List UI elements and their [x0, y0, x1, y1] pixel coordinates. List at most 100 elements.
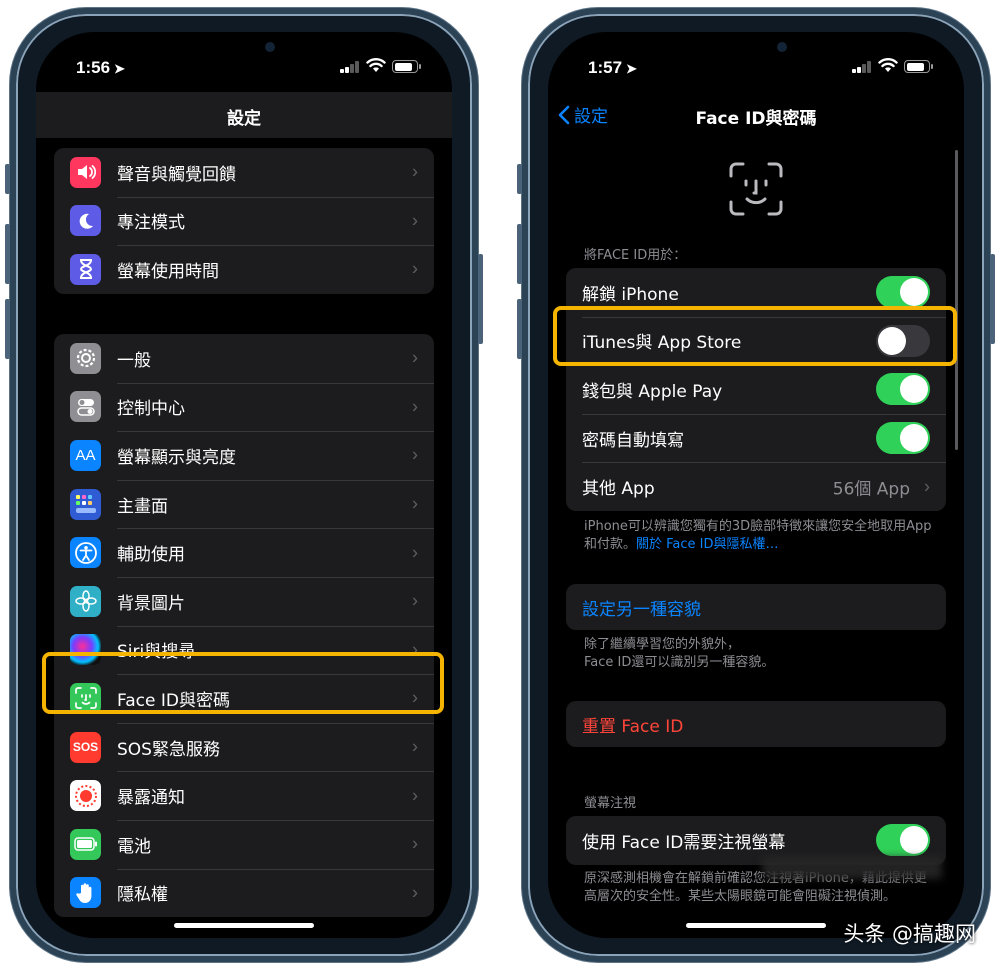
- settings-row-home-screen[interactable]: 主畫面 ›: [54, 479, 434, 529]
- toggle-require-attention[interactable]: [876, 824, 930, 857]
- chevron-right-icon: ›: [412, 258, 418, 279]
- chevron-right-icon: ›: [924, 476, 930, 497]
- settings-row-sos[interactable]: SOS SOS緊急服務 ›: [54, 722, 434, 772]
- location-arrow-icon: ➤: [626, 61, 637, 76]
- location-arrow-icon: ➤: [114, 61, 125, 76]
- left-phone: 1:56 ➤ 設定 聲音與觸覺回饋 › 專注模式 › 螢幕使用時間 › 一般 ›…: [5, 8, 483, 962]
- row-unlock-iphone: 解鎖 iPhone: [566, 268, 946, 317]
- battery-status-icon: [904, 60, 933, 73]
- privacy-link[interactable]: 關於 Face ID與隱私權…: [636, 537, 779, 552]
- volume-up-button: [5, 224, 10, 284]
- side-button: [990, 254, 995, 344]
- row-label: 輔助使用: [117, 545, 185, 566]
- settings-row-wallpaper[interactable]: 背景圖片 ›: [54, 576, 434, 626]
- watermark: 头条 @搞趣网: [843, 922, 976, 946]
- chevron-right-icon: ›: [412, 833, 418, 854]
- chevron-right-icon: ›: [412, 347, 418, 368]
- settings-row-display[interactable]: AA 螢幕顯示與亮度 ›: [54, 431, 434, 480]
- settings-row-siri[interactable]: Siri與搜尋 ›: [54, 625, 434, 675]
- settings-row-face-id[interactable]: Face ID與密碼 ›: [54, 674, 434, 723]
- settings-row-focus[interactable]: 專注模式 ›: [54, 196, 434, 246]
- mute-switch: [5, 164, 10, 194]
- wifi-icon: [366, 58, 386, 72]
- moon-icon: [70, 205, 101, 237]
- hourglass-icon: [70, 253, 101, 285]
- row-label: 背景圖片: [117, 593, 185, 614]
- chevron-right-icon: ›: [412, 590, 418, 611]
- text-size-icon: AA: [70, 439, 101, 471]
- settings-row-control-center[interactable]: 控制中心 ›: [54, 382, 434, 432]
- row-label: 錢包與 Apple Pay: [582, 381, 723, 402]
- blurred-overlay: [762, 857, 942, 879]
- notch: [669, 32, 843, 66]
- home-indicator: [174, 923, 314, 928]
- scroll-indicator[interactable]: [955, 150, 958, 450]
- row-label: 控制中心: [117, 399, 185, 420]
- row-label: 暴露通知: [117, 788, 185, 809]
- row-other-apps[interactable]: 其他 App 56個 App ›: [566, 462, 946, 511]
- chevron-right-icon: ›: [412, 785, 418, 806]
- cellular-signal-icon: [852, 61, 872, 73]
- row-label: Siri與搜尋: [117, 642, 196, 663]
- alternate-appearance-button[interactable]: 設定另一種容貌: [566, 584, 946, 630]
- chevron-right-icon: ›: [412, 542, 418, 563]
- accessibility-icon: [70, 537, 101, 569]
- home-grid-icon: [70, 488, 101, 520]
- chevron-right-icon: ›: [412, 444, 418, 465]
- row-label: 使用 Face ID需要注視螢幕: [582, 832, 786, 853]
- volume-up-button: [517, 224, 522, 284]
- row-label: 解鎖 iPhone: [582, 284, 679, 305]
- speaker-icon: [70, 156, 101, 188]
- toggle-password-autofill[interactable]: [876, 422, 930, 455]
- chevron-right-icon: ›: [412, 161, 418, 182]
- side-button: [478, 254, 483, 344]
- face-id-uses-group: 解鎖 iPhone iTunes與 App Store 錢包與 Apple Pa…: [566, 268, 946, 511]
- row-password-autofill: 密碼自動填寫: [566, 413, 946, 463]
- chevron-right-icon: ›: [412, 687, 418, 708]
- row-label: iTunes與 App Store: [582, 333, 742, 354]
- notch: [157, 32, 331, 66]
- row-label: Face ID與密碼: [117, 690, 230, 711]
- cellular-signal-icon: [340, 61, 360, 73]
- face-id-glyph-icon: [729, 162, 783, 216]
- home-indicator: [686, 923, 826, 928]
- sos-icon: SOS: [70, 731, 101, 763]
- volume-down-button: [5, 299, 10, 359]
- row-label: 隱私權: [117, 885, 168, 906]
- flower-icon: [70, 585, 101, 617]
- settings-row-accessibility[interactable]: 輔助使用 ›: [54, 528, 434, 577]
- right-screen: 1:57 ➤ 設定 Face ID與密碼 將FACE ID用於： 解鎖 iPho…: [548, 32, 964, 938]
- row-label: 其他 App: [582, 479, 655, 500]
- chevron-right-icon: ›: [412, 639, 418, 660]
- toggle-wallet-apple-pay[interactable]: [876, 373, 930, 406]
- settings-row-exposure[interactable]: 暴露通知 ›: [54, 771, 434, 820]
- settings-row-sounds[interactable]: 聲音與觸覺回饋 ›: [54, 148, 434, 197]
- face-id-privacy-note: iPhone可以辨識您獨有的3D臉部特徵來讓您安全地取用App和付款。關於 Fa…: [584, 519, 932, 552]
- row-label: 一般: [117, 350, 151, 371]
- section-header-use-face-id: 將FACE ID用於：: [584, 248, 687, 263]
- nav-bar: 設定: [36, 92, 452, 138]
- alternate-appearance-note: 除了繼續學習您的外貌外， Face ID還可以識別另一種容貌。: [584, 637, 775, 670]
- section-header-attention: 螢幕注視: [584, 796, 637, 811]
- toggle-itunes-app-store[interactable]: [876, 324, 930, 357]
- reset-face-id-button[interactable]: 重置 Face ID: [566, 701, 946, 747]
- settings-group-2: 一般 › 控制中心 › AA 螢幕顯示與亮度 › 主畫面 › 輔助使用 › 背景…: [54, 334, 434, 918]
- battery-icon: [70, 828, 101, 860]
- row-label: 密碼自動填寫: [582, 430, 684, 451]
- chevron-right-icon: ›: [412, 882, 418, 903]
- exposure-icon: [70, 780, 101, 812]
- settings-row-screen-time[interactable]: 螢幕使用時間 ›: [54, 245, 434, 294]
- row-itunes-app-store: iTunes與 App Store: [566, 316, 946, 366]
- settings-row-battery[interactable]: 電池 ›: [54, 819, 434, 869]
- right-phone: 1:57 ➤ 設定 Face ID與密碼 將FACE ID用於： 解鎖 iPho…: [517, 8, 995, 962]
- settings-group-1: 聲音與觸覺回饋 › 專注模式 › 螢幕使用時間 ›: [54, 148, 434, 294]
- settings-row-general[interactable]: 一般 ›: [54, 334, 434, 383]
- hand-icon: [70, 877, 101, 909]
- page-title: 設定: [227, 109, 261, 129]
- left-screen: 1:56 ➤ 設定 聲音與觸覺回饋 › 專注模式 › 螢幕使用時間 › 一般 ›…: [36, 32, 452, 938]
- settings-row-privacy[interactable]: 隱私權 ›: [54, 868, 434, 918]
- toggle-unlock-iphone[interactable]: [876, 276, 930, 309]
- chevron-right-icon: ›: [412, 736, 418, 757]
- page-title: Face ID與密碼: [695, 109, 817, 129]
- row-label: 專注模式: [117, 213, 185, 234]
